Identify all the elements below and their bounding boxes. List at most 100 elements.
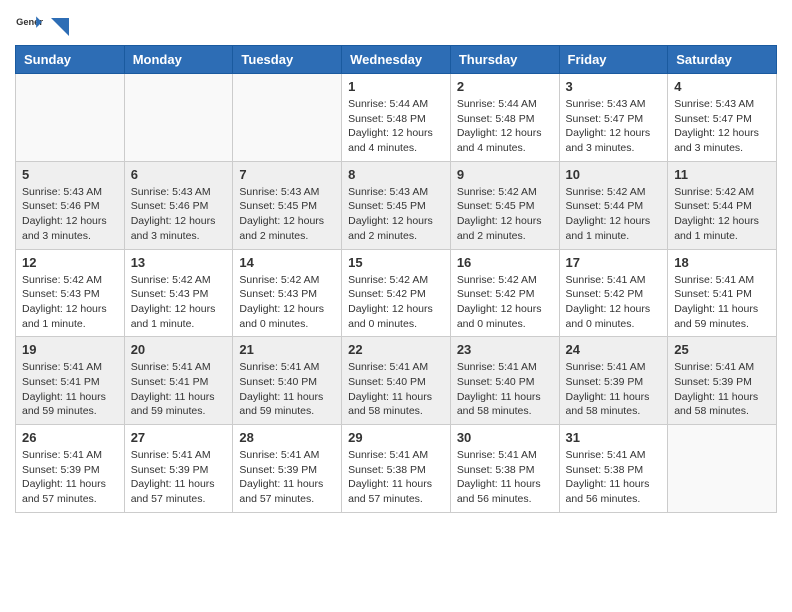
day-number: 13 xyxy=(131,255,227,270)
day-info: Sunrise: 5:42 AMSunset: 5:42 PMDaylight:… xyxy=(348,273,444,332)
day-of-week-header: Wednesday xyxy=(342,46,451,74)
calendar-day-cell: 29 Sunrise: 5:41 AMSunset: 5:38 PMDayligh… xyxy=(342,425,451,513)
day-info: Sunrise: 5:41 AMSunset: 5:38 PMDaylight:… xyxy=(348,448,444,507)
day-number: 24 xyxy=(566,342,662,357)
calendar-week-row: 26 Sunrise: 5:41 AMSunset: 5:39 PMDayligh… xyxy=(16,425,777,513)
calendar: SundayMondayTuesdayWednesdayThursdayFrid… xyxy=(15,45,777,513)
day-of-week-header: Monday xyxy=(124,46,233,74)
calendar-day-cell: 1 Sunrise: 5:44 AMSunset: 5:48 PMDaylight… xyxy=(342,74,451,162)
day-info: Sunrise: 5:42 AMSunset: 5:43 PMDaylight:… xyxy=(131,273,227,332)
day-info: Sunrise: 5:43 AMSunset: 5:46 PMDaylight:… xyxy=(131,185,227,244)
day-number: 19 xyxy=(22,342,118,357)
day-info: Sunrise: 5:41 AMSunset: 5:39 PMDaylight:… xyxy=(131,448,227,507)
day-of-week-header: Tuesday xyxy=(233,46,342,74)
calendar-day-cell: 21 Sunrise: 5:41 AMSunset: 5:40 PMDayligh… xyxy=(233,337,342,425)
calendar-day-cell: 9Sunrise: 5:42 AMSunset: 5:45 PMDaylight… xyxy=(450,161,559,249)
calendar-day-cell xyxy=(16,74,125,162)
day-number: 2 xyxy=(457,79,553,94)
day-info: Sunrise: 5:44 AMSunset: 5:48 PMDaylight:… xyxy=(457,97,553,156)
day-number: 25 xyxy=(674,342,770,357)
day-info: Sunrise: 5:43 AMSunset: 5:46 PMDaylight:… xyxy=(22,185,118,244)
day-info: Sunrise: 5:42 AMSunset: 5:44 PMDaylight:… xyxy=(674,185,770,244)
logo-icon: General xyxy=(15,15,43,35)
day-info: Sunrise: 5:41 AMSunset: 5:40 PMDaylight:… xyxy=(239,360,335,419)
day-info: Sunrise: 5:41 AMSunset: 5:38 PMDaylight:… xyxy=(566,448,662,507)
calendar-day-cell: 14 Sunrise: 5:42 AMSunset: 5:43 PMDayligh… xyxy=(233,249,342,337)
day-of-week-header: Sunday xyxy=(16,46,125,74)
day-number: 30 xyxy=(457,430,553,445)
calendar-day-cell: 20 Sunrise: 5:41 AMSunset: 5:41 PMDayligh… xyxy=(124,337,233,425)
day-number: 5 xyxy=(22,167,118,182)
day-number: 16 xyxy=(457,255,553,270)
calendar-day-cell: 22 Sunrise: 5:41 AMSunset: 5:40 PMDayligh… xyxy=(342,337,451,425)
calendar-day-cell: 17 Sunrise: 5:41 AMSunset: 5:42 PMDayligh… xyxy=(559,249,668,337)
calendar-day-cell: 5 Sunrise: 5:43 AMSunset: 5:46 PMDaylight… xyxy=(16,161,125,249)
day-number: 4 xyxy=(674,79,770,94)
day-info: Sunrise: 5:42 AMSunset: 5:43 PMDaylight:… xyxy=(239,273,335,332)
calendar-day-cell: 18 Sunrise: 5:41 AMSunset: 5:41 PMDayligh… xyxy=(668,249,777,337)
day-number: 17 xyxy=(566,255,662,270)
day-info: Sunrise: 5:43 AMSunset: 5:47 PMDaylight:… xyxy=(566,97,662,156)
calendar-day-cell: 16 Sunrise: 5:42 AMSunset: 5:42 PMDayligh… xyxy=(450,249,559,337)
header: General xyxy=(15,15,777,35)
day-number: 11 xyxy=(674,167,770,182)
day-number: 10 xyxy=(566,167,662,182)
day-number: 12 xyxy=(22,255,118,270)
logo-triangle-icon xyxy=(47,18,69,36)
day-info: Sunrise: 5:42 AMSunset: 5:42 PMDaylight:… xyxy=(457,273,553,332)
day-info: Sunrise: 5:41 AMSunset: 5:42 PMDaylight:… xyxy=(566,273,662,332)
day-number: 8 xyxy=(348,167,444,182)
day-number: 22 xyxy=(348,342,444,357)
day-info: Sunrise: 5:43 AMSunset: 5:47 PMDaylight:… xyxy=(674,97,770,156)
day-number: 15 xyxy=(348,255,444,270)
calendar-day-cell: 2 Sunrise: 5:44 AMSunset: 5:48 PMDaylight… xyxy=(450,74,559,162)
day-info: Sunrise: 5:41 AMSunset: 5:39 PMDaylight:… xyxy=(22,448,118,507)
day-info: Sunrise: 5:42 AMSunset: 5:43 PMDaylight:… xyxy=(22,273,118,332)
day-number: 21 xyxy=(239,342,335,357)
day-number: 20 xyxy=(131,342,227,357)
day-info: Sunrise: 5:41 AMSunset: 5:39 PMDaylight:… xyxy=(239,448,335,507)
calendar-day-cell xyxy=(124,74,233,162)
day-info: Sunrise: 5:41 AMSunset: 5:41 PMDaylight:… xyxy=(674,273,770,332)
calendar-day-cell: 12 Sunrise: 5:42 AMSunset: 5:43 PMDayligh… xyxy=(16,249,125,337)
day-of-week-header: Friday xyxy=(559,46,668,74)
calendar-day-cell: 4 Sunrise: 5:43 AMSunset: 5:47 PMDaylight… xyxy=(668,74,777,162)
day-number: 26 xyxy=(22,430,118,445)
calendar-day-cell: 6 Sunrise: 5:43 AMSunset: 5:46 PMDaylight… xyxy=(124,161,233,249)
day-info: Sunrise: 5:43 AMSunset: 5:45 PMDaylight:… xyxy=(239,185,335,244)
day-number: 14 xyxy=(239,255,335,270)
calendar-day-cell: 24 Sunrise: 5:41 AMSunset: 5:39 PMDayligh… xyxy=(559,337,668,425)
day-of-week-header: Thursday xyxy=(450,46,559,74)
calendar-day-cell: 30 Sunrise: 5:41 AMSunset: 5:38 PMDayligh… xyxy=(450,425,559,513)
calendar-day-cell: 13 Sunrise: 5:42 AMSunset: 5:43 PMDayligh… xyxy=(124,249,233,337)
calendar-day-cell: 25 Sunrise: 5:41 AMSunset: 5:39 PMDayligh… xyxy=(668,337,777,425)
day-info: Sunrise: 5:41 AMSunset: 5:40 PMDaylight:… xyxy=(348,360,444,419)
day-number: 31 xyxy=(566,430,662,445)
logo: General xyxy=(15,15,69,35)
day-number: 1 xyxy=(348,79,444,94)
day-number: 23 xyxy=(457,342,553,357)
calendar-day-cell: 10Sunrise: 5:42 AMSunset: 5:44 PMDayligh… xyxy=(559,161,668,249)
calendar-day-cell: 19Sunrise: 5:41 AMSunset: 5:41 PMDayligh… xyxy=(16,337,125,425)
day-info: Sunrise: 5:41 AMSunset: 5:39 PMDaylight:… xyxy=(674,360,770,419)
day-number: 6 xyxy=(131,167,227,182)
calendar-day-cell xyxy=(668,425,777,513)
calendar-week-row: 1 Sunrise: 5:44 AMSunset: 5:48 PMDaylight… xyxy=(16,74,777,162)
calendar-day-cell: 28 Sunrise: 5:41 AMSunset: 5:39 PMDayligh… xyxy=(233,425,342,513)
day-info: Sunrise: 5:41 AMSunset: 5:41 PMDaylight:… xyxy=(131,360,227,419)
day-number: 9 xyxy=(457,167,553,182)
calendar-week-row: 12 Sunrise: 5:42 AMSunset: 5:43 PMDayligh… xyxy=(16,249,777,337)
day-info: Sunrise: 5:41 AMSunset: 5:38 PMDaylight:… xyxy=(457,448,553,507)
calendar-day-cell: 3 Sunrise: 5:43 AMSunset: 5:47 PMDaylight… xyxy=(559,74,668,162)
day-info: Sunrise: 5:41 AMSunset: 5:39 PMDaylight:… xyxy=(566,360,662,419)
day-number: 29 xyxy=(348,430,444,445)
calendar-day-cell: 15 Sunrise: 5:42 AMSunset: 5:42 PMDayligh… xyxy=(342,249,451,337)
day-info: Sunrise: 5:44 AMSunset: 5:48 PMDaylight:… xyxy=(348,97,444,156)
day-number: 3 xyxy=(566,79,662,94)
day-number: 28 xyxy=(239,430,335,445)
day-number: 18 xyxy=(674,255,770,270)
calendar-week-row: 19 Sunrise: 5:41 AMSunset: 5:41 PMDayligh… xyxy=(16,337,777,425)
calendar-day-cell: 27Sunrise: 5:41 AMSunset: 5:39 PMDayligh… xyxy=(124,425,233,513)
calendar-day-cell: 7Sunrise: 5:43 AMSunset: 5:45 PMDaylight… xyxy=(233,161,342,249)
day-info: Sunrise: 5:43 AMSunset: 5:45 PMDaylight:… xyxy=(348,185,444,244)
